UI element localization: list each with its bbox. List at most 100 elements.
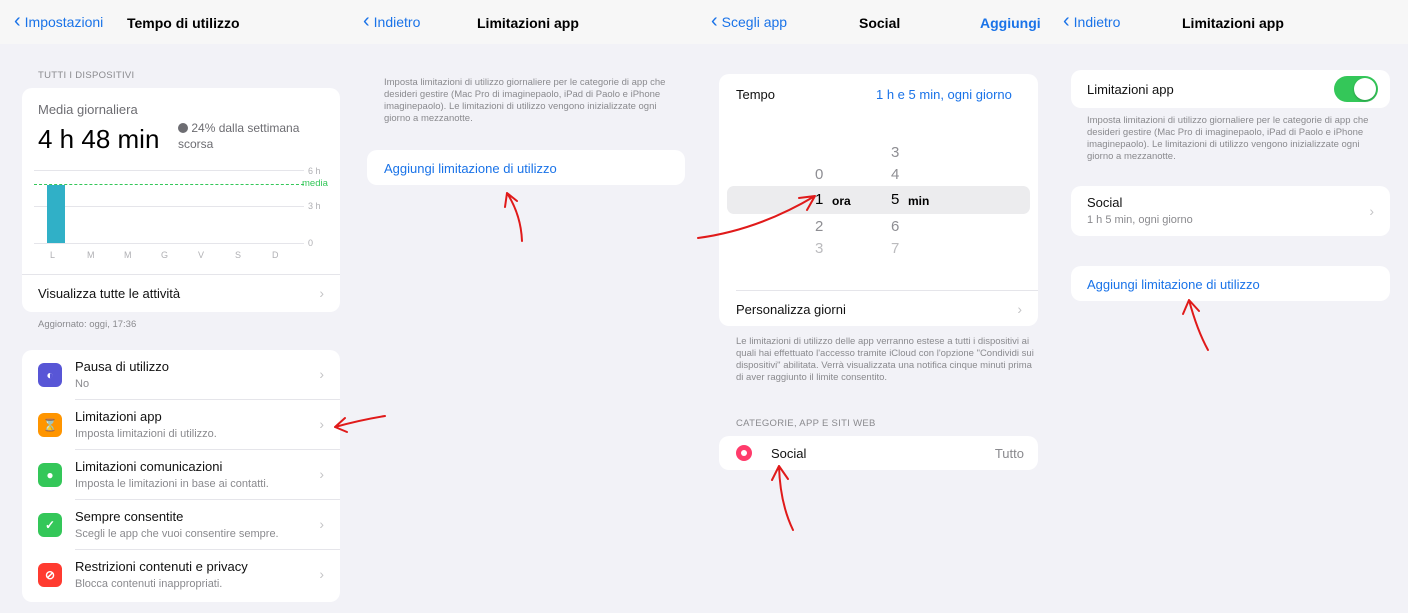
settings-row-subtitle: Imposta limitazioni di utilizzo.	[75, 428, 217, 440]
back-label: Impostazioni	[24, 14, 104, 30]
annotation-arrow-add-limit-2	[1182, 299, 1209, 351]
day-label: D	[272, 250, 279, 260]
chevron-right-icon: ›	[319, 416, 324, 432]
chevron-right-icon: ›	[319, 285, 324, 301]
average-label: media	[302, 178, 328, 189]
chevron-left-icon: ‹	[14, 10, 21, 32]
add-limit-button[interactable]: Aggiungi limitazione di utilizzo	[384, 161, 557, 176]
day-label: V	[198, 250, 205, 260]
day-label: M	[87, 250, 95, 260]
picker-min-below-2: 7	[891, 240, 900, 257]
hourglass-icon: ⌛	[38, 413, 62, 437]
settings-row[interactable]: ● Limitazioni comunicazioni Imposta le lim…	[22, 450, 340, 500]
arrow-stroke	[1182, 299, 1209, 351]
settings-row-title: Sempre consentite	[75, 509, 184, 524]
scale-top-label: 6 h	[308, 166, 321, 176]
add-button[interactable]: Aggiungi	[980, 15, 1041, 31]
toggle-row: Limitazioni app	[1071, 70, 1390, 108]
chevron-right-icon: ›	[1369, 203, 1374, 219]
customize-days-row[interactable]: Personalizza giorni ›	[719, 291, 1038, 326]
back-label: Indietro	[373, 14, 421, 30]
settings-row-title: Pausa di utilizzo	[75, 359, 169, 374]
chevron-left-icon: ‹	[711, 10, 718, 32]
description: Imposta limitazioni di utilizzo giornali…	[1087, 115, 1369, 162]
settings-row[interactable]: ⌛ Limitazioni app Imposta limitazioni di u…	[22, 400, 340, 450]
settings-row-subtitle: No	[75, 378, 90, 390]
day-label: S	[235, 250, 242, 260]
back-button[interactable]: ‹ Impostazioni	[14, 10, 104, 32]
grid-zero	[34, 243, 304, 244]
nav-bar: ‹ Scegli app Social Aggiungi	[703, 0, 1049, 44]
chevron-right-icon: ›	[319, 566, 324, 582]
scale-zero-label: 0	[308, 238, 314, 248]
arrow-down-circle-icon	[178, 123, 188, 133]
daily-average-value: 4 h 48 min	[38, 124, 160, 154]
add-limit-row[interactable]: Aggiungi limitazione di utilizzo	[367, 150, 685, 185]
usage-bar	[47, 184, 65, 243]
section-header: TUTTI I DISPOSITIVI	[38, 70, 135, 81]
annotation-arrow-app-limits	[334, 415, 386, 433]
see-all-activity-label: Visualizza tutte le attività	[38, 286, 181, 301]
toggle-knob	[1354, 78, 1376, 100]
back-label: Scegli app	[721, 14, 788, 30]
section-header: CATEGORIE, APP E SITI WEB	[736, 418, 876, 429]
settings-row-title: Limitazioni app	[75, 409, 162, 424]
time-value[interactable]: 1 h e 5 min, ogni giorno	[876, 87, 1012, 102]
add-limit-button[interactable]: Aggiungi limitazione di utilizzo	[1087, 277, 1260, 292]
chevron-right-icon: ›	[319, 366, 324, 382]
limit-row[interactable]: Social 1 h 5 min, ogni giorno ›	[1071, 186, 1390, 236]
change-suffix: scorsa	[178, 137, 214, 151]
updated-timestamp: Aggiornato: oggi, 17:36	[38, 319, 137, 330]
see-all-activity-row[interactable]: Visualizza tutte le attività ›	[22, 275, 340, 312]
change-indicator: 24% dalla settimana scorsa	[178, 120, 299, 152]
picker-min-above-2: 3	[891, 144, 900, 161]
usage-chart: 6 h media 3 h 0 L M M G V S D	[34, 166, 334, 276]
arrow-stroke	[334, 415, 386, 433]
day-label: M	[124, 250, 132, 260]
grid-top	[34, 170, 304, 171]
nav-bar: ‹ Indietro Limitazioni app	[1049, 0, 1408, 44]
limit-detail: 1 h 5 min, ogni giorno	[1087, 214, 1193, 226]
page-title: Limitazioni app	[477, 15, 579, 31]
picker-min-above-1: 4	[891, 166, 900, 183]
add-limit-row[interactable]: Aggiungi limitazione di utilizzo	[1071, 266, 1390, 301]
person-icon: ●	[38, 463, 62, 487]
hourglass-moon-icon: ◐	[38, 363, 62, 387]
settings-list: ◐ Pausa di utilizzo No › ⌛ Limitazioni app Imp…	[22, 350, 340, 602]
nav-bar: ‹ Indietro Limitazioni app	[355, 0, 703, 44]
app-limits-toggle[interactable]	[1334, 76, 1378, 102]
arrow-stroke	[771, 465, 794, 531]
sharing-note: Le limitazioni di utilizzo delle app ver…	[736, 336, 1034, 383]
bubble-dot	[741, 450, 747, 456]
social-category-icon	[736, 445, 752, 461]
page-title: Limitazioni app	[1182, 15, 1284, 31]
settings-row[interactable]: ◐ Pausa di utilizzo No ›	[22, 350, 340, 400]
settings-row-subtitle: Imposta le limitazioni in base ai contat…	[75, 478, 269, 490]
picker-min-below-1: 6	[891, 218, 900, 235]
category-value: Tutto	[994, 446, 1024, 461]
picker-hour-above: 0	[815, 166, 824, 183]
page-title: Tempo di utilizzo	[127, 15, 240, 31]
back-button[interactable]: ‹ Indietro	[1063, 11, 1120, 31]
picker-min-selected: 5	[891, 191, 900, 208]
usage-card: Media giornaliera 4 h 48 min 24% dalla s…	[22, 88, 340, 312]
chevron-right-icon: ›	[319, 466, 324, 482]
annotation-arrow-picker	[697, 195, 816, 239]
time-label: Tempo	[736, 87, 776, 102]
back-button[interactable]: ‹ Indietro	[363, 11, 421, 31]
settings-row[interactable]: ✓ Sempre consentite Scegli le app che vuoi…	[22, 500, 340, 550]
chevron-right-icon: ›	[1017, 301, 1022, 317]
grid-mid	[34, 206, 304, 207]
customize-days-label: Personalizza giorni	[736, 302, 846, 317]
day-label: L	[50, 250, 56, 260]
settings-row[interactable]: ⊘ Restrizioni contenuti e privacy Blocca c…	[22, 550, 340, 600]
toggle-label: Limitazioni app	[1087, 82, 1174, 97]
panel-app-limits-empty: ‹ Indietro Limitazioni app Imposta limit…	[355, 0, 703, 613]
chevron-right-icon: ›	[319, 516, 324, 532]
arrow-stroke	[504, 192, 523, 242]
change-percent: 24% dalla settimana	[191, 121, 300, 135]
arrow-stroke	[697, 195, 816, 239]
settings-row-subtitle: Scegli le app che vuoi consentire sempre…	[75, 528, 279, 540]
description: Imposta limitazioni di utilizzo giornali…	[384, 77, 666, 124]
back-button[interactable]: ‹ Scegli app	[711, 10, 788, 32]
